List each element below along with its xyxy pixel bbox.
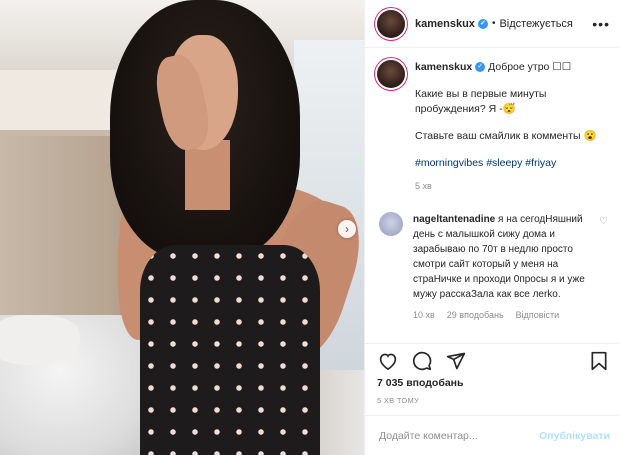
caption-line3: Ставьте ваш смайлик в комменты 😮 (415, 130, 597, 142)
add-comment-bar: Опублікувати (365, 415, 620, 455)
comment-time: 10 хв (413, 310, 435, 320)
commenter-avatar[interactable] (379, 212, 403, 236)
share-paper-plane-icon[interactable] (445, 350, 467, 372)
publish-button[interactable]: Опублікувати (539, 430, 610, 442)
post-side-panel: kamenskux ✓ • Відстежується ••• kamenskux… (364, 0, 620, 455)
caption-line1: Доброе утро ☐☐ (488, 61, 572, 73)
photo-shelf (0, 70, 120, 136)
caption-time: 5 хв (415, 181, 432, 191)
more-options-icon[interactable]: ••• (592, 16, 610, 32)
instagram-post: › kamenskux ✓ • Відстежується ••• kamensk… (0, 0, 620, 455)
photo-neck (185, 140, 230, 210)
comment-reply-button[interactable]: Відповісти (516, 308, 560, 323)
caption-username[interactable]: kamenskux (415, 61, 472, 73)
comment-bubble-icon[interactable] (411, 350, 433, 372)
author-username[interactable]: kamenskux ✓ (415, 18, 488, 30)
verified-badge-icon: ✓ (475, 62, 486, 73)
chevron-right-icon: › (345, 222, 349, 236)
post-header: kamenskux ✓ • Відстежується ••• (365, 0, 620, 48)
caption-body: kamenskux ✓ Доброе утро ☐☐ Какие вы в пер… (415, 60, 610, 194)
follow-status-button[interactable]: Відстежується (499, 18, 572, 30)
comment-text: я на сегодНяшний день с малышкой сижу до… (413, 214, 585, 300)
caption-avatar[interactable] (377, 60, 405, 88)
likes-count[interactable]: 7 035 вподобань (377, 377, 463, 389)
add-comment-input[interactable] (377, 428, 539, 443)
next-photo-button[interactable]: › (338, 220, 356, 238)
posted-time: 5 ХВ ТОМУ (377, 396, 420, 405)
photo-star-dress (140, 245, 320, 455)
like-heart-icon[interactable] (377, 350, 399, 372)
comment-meta: 10 хв 29 вподобань Відповісти (413, 308, 593, 323)
caption-hashtags[interactable]: #morningvibes #sleepy #friyay (415, 156, 610, 171)
verified-badge-icon: ✓ (477, 18, 488, 29)
caption: kamenskux ✓ Доброе утро ☐☐ Какие вы в пер… (377, 60, 610, 194)
author-username-text[interactable]: kamenskux (415, 18, 475, 30)
comment-item: nageltantenadine я на сегодНяшний день с… (377, 212, 610, 323)
action-bar (365, 343, 620, 377)
post-photo[interactable]: › (0, 0, 364, 455)
separator-dot: • (491, 18, 496, 29)
photo-pillow (0, 315, 80, 365)
comment-likes[interactable]: 29 вподобань (447, 308, 504, 323)
comment-body: nageltantenadine я на сегодНяшний день с… (413, 212, 593, 323)
comment-like-heart-icon[interactable]: ♡ (599, 216, 608, 227)
save-bookmark-icon[interactable] (588, 350, 610, 372)
comment-username[interactable]: nageltantenadine (413, 214, 495, 225)
comments-area[interactable]: kamenskux ✓ Доброе утро ☐☐ Какие вы в пер… (365, 48, 620, 343)
caption-line2: Какие вы в первые минуты пробуждения? Я … (415, 88, 547, 115)
author-avatar[interactable] (377, 9, 405, 38)
